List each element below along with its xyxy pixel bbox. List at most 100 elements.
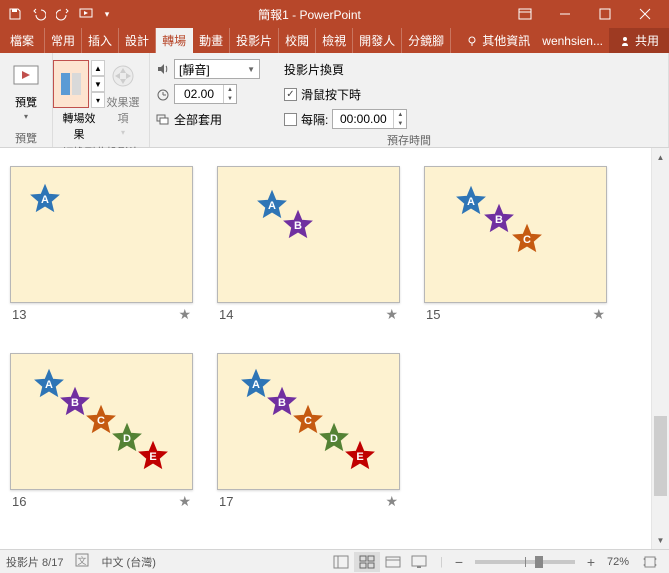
language-label[interactable]: 中文 (台灣) <box>101 554 155 570</box>
sound-dropdown[interactable]: [靜音] ▼ <box>174 59 260 79</box>
tab-transitions[interactable]: 轉場 <box>156 28 193 53</box>
slide-13[interactable]: A13★ <box>10 166 193 323</box>
share-icon <box>619 35 631 47</box>
slide-meta: 14★ <box>217 303 400 323</box>
tab-file[interactable]: 檔案 <box>0 28 45 53</box>
on-click-checkbox[interactable]: ✓ <box>284 88 297 101</box>
after-spinner[interactable]: ▲▼ <box>332 109 407 129</box>
transition-none[interactable] <box>53 60 89 108</box>
svg-text:文: 文 <box>78 555 87 566</box>
slideshow-view-icon[interactable] <box>406 552 432 572</box>
preview-icon <box>10 60 42 92</box>
slide-number: 13 <box>12 307 26 322</box>
window-title: 簡報1 - PowerPoint <box>114 6 505 23</box>
zoom-out-icon[interactable]: − <box>451 554 467 570</box>
tell-me[interactable]: 其他資訊 <box>460 32 536 49</box>
redo-icon[interactable] <box>52 3 74 25</box>
transition-effect-button[interactable]: ▲ ▼ ▾ 轉場效果 <box>59 56 99 142</box>
spellcheck-icon[interactable]: 文 <box>75 553 89 570</box>
close-icon[interactable] <box>625 0 665 28</box>
title-bar: ▾ 簡報1 - PowerPoint <box>0 0 669 28</box>
duration-input[interactable] <box>175 87 223 101</box>
ribbon: 預覽 ▾ 預覽 ▲ ▼ ▾ 轉場效果 效果選項 <box>0 53 669 148</box>
start-from-beginning-icon[interactable] <box>76 3 98 25</box>
slide-count[interactable]: 投影片 8/17 <box>6 554 63 570</box>
slide-16[interactable]: ABCDE16★ <box>10 353 193 510</box>
svg-text:A: A <box>41 194 49 206</box>
options-label: 效果選項 <box>103 94 143 126</box>
zoom-thumb[interactable] <box>535 556 543 568</box>
svg-text:C: C <box>523 234 531 246</box>
svg-text:A: A <box>268 200 276 212</box>
transition-indicator-icon: ★ <box>385 493 398 510</box>
tab-design[interactable]: 設計 <box>119 28 156 53</box>
slide-15[interactable]: ABC15★ <box>424 166 607 323</box>
zoom-slider[interactable] <box>475 560 575 564</box>
tab-developer[interactable]: 開發人 <box>353 28 402 53</box>
tab-view[interactable]: 檢視 <box>316 28 353 53</box>
slide-meta: 16★ <box>10 490 193 510</box>
slide-thumb[interactable]: ABC <box>424 166 607 303</box>
user-name[interactable]: wenhsien... <box>536 34 609 48</box>
scroll-thumb[interactable] <box>654 416 667 496</box>
svg-text:B: B <box>278 397 286 409</box>
tab-review[interactable]: 校閱 <box>279 28 316 53</box>
undo-icon[interactable] <box>28 3 50 25</box>
scroll-up-icon[interactable]: ▲ <box>652 148 669 166</box>
slide-thumb[interactable]: AB <box>217 166 400 303</box>
transition-indicator-icon: ★ <box>385 306 398 323</box>
fit-window-icon[interactable] <box>637 552 663 572</box>
tab-animation[interactable]: 動畫 <box>193 28 230 53</box>
apply-all-button[interactable]: 全部套用 <box>156 108 260 130</box>
tab-split[interactable]: 分鏡腳 <box>402 28 451 53</box>
reading-view-icon[interactable] <box>380 552 406 572</box>
maximize-icon[interactable] <box>585 0 625 28</box>
status-bar: 投影片 8/17 文 中文 (台灣) | − + 72% <box>0 549 669 573</box>
qat-customize-icon[interactable]: ▾ <box>100 3 114 25</box>
tab-insert[interactable]: 插入 <box>82 28 119 53</box>
scroll-track[interactable] <box>652 166 669 531</box>
after-checkbox[interactable] <box>284 113 297 126</box>
chevron-down-icon: ▼ <box>247 65 255 74</box>
zoom-in-icon[interactable]: + <box>583 554 599 570</box>
duration-spinner[interactable]: ▲▼ <box>174 84 237 104</box>
svg-text:B: B <box>294 220 302 232</box>
spin-down-icon[interactable]: ▼ <box>394 119 406 128</box>
advance-title: 投影片換頁 <box>284 58 407 80</box>
svg-text:B: B <box>71 397 79 409</box>
tab-slideshow[interactable]: 投影片 <box>230 28 279 53</box>
tab-home[interactable]: 常用 <box>45 28 82 53</box>
slide-14[interactable]: AB14★ <box>217 166 400 323</box>
scroll-down-icon[interactable]: ▼ <box>652 531 669 549</box>
slide-sorter[interactable]: A13★AB14★ABC15★ABCDE16★ABCDE17★ <box>0 148 651 549</box>
slide-meta: 17★ <box>217 490 400 510</box>
normal-view-icon[interactable] <box>328 552 354 572</box>
svg-text:D: D <box>123 433 131 445</box>
spin-up-icon[interactable]: ▲ <box>394 110 406 119</box>
slide-thumb[interactable]: ABCDE <box>10 353 193 490</box>
effect-options-button[interactable]: 效果選項 ▾ <box>103 56 143 137</box>
slide-thumb[interactable]: A <box>10 166 193 303</box>
preview-label: 預覽 <box>15 94 37 110</box>
zoom-label[interactable]: 72% <box>607 556 629 568</box>
spin-down-icon[interactable]: ▼ <box>224 94 236 103</box>
preview-button[interactable]: 預覽 ▾ <box>6 56 46 121</box>
slide-17[interactable]: ABCDE17★ <box>217 353 400 510</box>
share-button[interactable]: 共用 <box>609 28 669 53</box>
svg-text:A: A <box>467 196 475 208</box>
sound-value: [靜音] <box>179 61 210 78</box>
ribbon-tabs: 檔案 常用 插入 設計 轉場 動畫 投影片 校閱 檢視 開發人 分鏡腳 其他資訊… <box>0 28 669 53</box>
group-timing: [靜音] ▼ ▲▼ 全部套用 投影片換頁 <box>150 53 669 147</box>
after-input[interactable] <box>333 112 393 126</box>
ribbon-display-icon[interactable] <box>505 0 545 28</box>
minimize-icon[interactable] <box>545 0 585 28</box>
window-controls <box>505 0 665 28</box>
star-shape: A <box>29 183 61 215</box>
view-buttons <box>328 552 432 572</box>
slide-thumb[interactable]: ABCDE <box>217 353 400 490</box>
sorter-view-icon[interactable] <box>354 552 380 572</box>
vertical-scrollbar[interactable]: ▲ ▼ <box>651 148 669 549</box>
svg-text:C: C <box>97 415 105 427</box>
spin-up-icon[interactable]: ▲ <box>224 85 236 94</box>
save-icon[interactable] <box>4 3 26 25</box>
